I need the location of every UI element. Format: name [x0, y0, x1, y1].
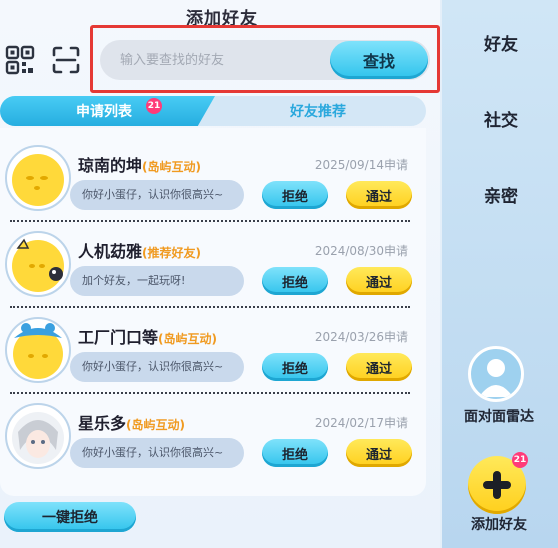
- list-item: 琼南的坤(岛屿互动) 2025/09/14申请 你好小蛋仔，认识你很高兴~ 拒绝…: [0, 134, 426, 222]
- requester-name-text: 琼南的坤: [78, 156, 143, 175]
- request-message: 你好小蛋仔，认识你很高兴~: [70, 352, 244, 382]
- avatar[interactable]: [4, 316, 72, 384]
- request-date: 2024/08/30申请: [314, 244, 408, 258]
- source-tag: (推荐好友): [142, 246, 201, 260]
- accept-button[interactable]: 通过: [346, 353, 412, 381]
- reject-button[interactable]: 拒绝: [262, 267, 328, 295]
- add-friend-badge: 21: [512, 452, 528, 468]
- sidebar-item-friends[interactable]: 好友: [442, 30, 558, 55]
- tab-friend-recommend[interactable]: 好友推荐: [290, 101, 346, 121]
- radar-label: 面对面雷达: [464, 409, 534, 425]
- reject-button[interactable]: 拒绝: [262, 353, 328, 381]
- qr-code-button[interactable]: [4, 44, 36, 76]
- sidebar-item-social[interactable]: 社交: [442, 106, 558, 131]
- list-item: 工厂门口等(岛屿互动) 2024/03/26申请 你好小蛋仔，认识你很高兴~ 拒…: [0, 306, 426, 394]
- person-icon: [479, 359, 513, 397]
- request-message: 你好小蛋仔，认识你很高兴~: [70, 438, 244, 468]
- request-date: 2024/03/26申请: [314, 330, 408, 344]
- scan-button[interactable]: [50, 44, 82, 76]
- accept-button[interactable]: 通过: [346, 181, 412, 209]
- request-message: 加个好友，一起玩呀!: [70, 266, 244, 296]
- source-tag: (岛屿互动): [158, 332, 217, 346]
- avatar[interactable]: [4, 402, 72, 470]
- requester-name: 人机苭雅(推荐好友): [78, 238, 201, 262]
- avatar[interactable]: [4, 230, 72, 298]
- reject-button[interactable]: 拒绝: [262, 181, 328, 209]
- requester-name: 工厂门口等(岛屿互动): [78, 324, 217, 348]
- scan-icon: [52, 46, 80, 74]
- accept-button[interactable]: 通过: [346, 267, 412, 295]
- requester-name-text: 人机苭雅: [78, 242, 143, 261]
- request-date: 2024/02/17申请: [314, 416, 408, 430]
- search-button[interactable]: 查找: [330, 41, 428, 79]
- requester-name-text: 星乐多: [78, 414, 127, 433]
- requester-name: 琼南的坤(岛屿互动): [78, 152, 201, 176]
- source-tag: (岛屿互动): [142, 160, 201, 174]
- radar-button[interactable]: [468, 346, 524, 402]
- add-friend-label: 添加好友: [471, 517, 527, 533]
- tab-bar: 申请列表 好友推荐: [0, 96, 426, 126]
- request-list: 琼南的坤(岛屿互动) 2025/09/14申请 你好小蛋仔，认识你很高兴~ 拒绝…: [0, 128, 426, 496]
- search-bar: 查找: [100, 40, 430, 80]
- qr-code-icon: [5, 45, 35, 75]
- accept-button[interactable]: 通过: [346, 439, 412, 467]
- avatar[interactable]: [4, 144, 72, 212]
- search-input[interactable]: [120, 40, 320, 80]
- tab-request-list[interactable]: 申请列表: [76, 101, 132, 121]
- add-friend-panel: 添加好友 查找 申请列表 好友推荐 21: [0, 0, 440, 548]
- sidebar-item-intimate[interactable]: 亲密: [442, 182, 558, 207]
- reject-button[interactable]: 拒绝: [262, 439, 328, 467]
- list-item: 人机苭雅(推荐好友) 2024/08/30申请 加个好友，一起玩呀! 拒绝 通过: [0, 220, 426, 308]
- requester-name-text: 工厂门口等: [78, 328, 159, 347]
- source-tag: (岛屿互动): [126, 418, 185, 432]
- reject-all-button[interactable]: 一键拒绝: [4, 502, 136, 532]
- request-count-badge: 21: [146, 98, 162, 114]
- plus-icon: [483, 471, 511, 499]
- request-date: 2025/09/14申请: [314, 158, 408, 172]
- requester-name: 星乐多(岛屿互动): [78, 410, 185, 434]
- list-item: 星乐多(岛屿互动) 2024/02/17申请 你好小蛋仔，认识你很高兴~ 拒绝 …: [0, 392, 426, 480]
- request-message: 你好小蛋仔，认识你很高兴~: [70, 180, 244, 210]
